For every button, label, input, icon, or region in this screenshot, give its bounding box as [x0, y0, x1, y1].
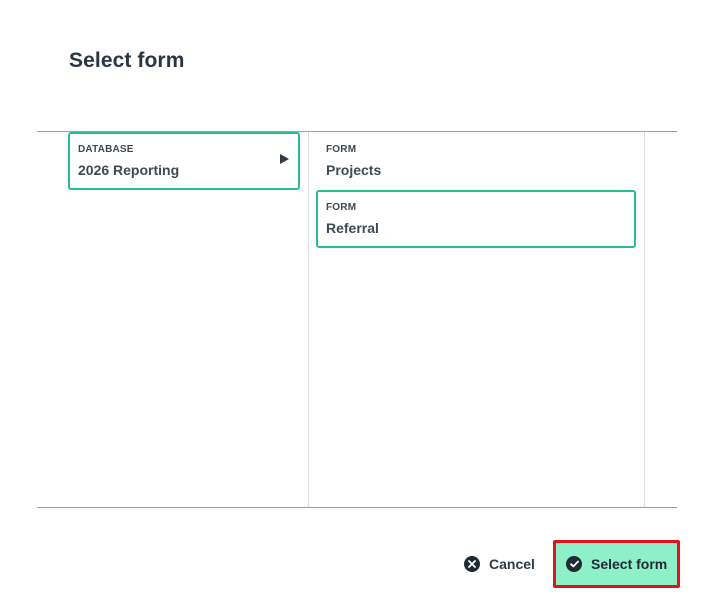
select-form-button-label: Select form: [591, 556, 668, 572]
column-divider: [644, 132, 645, 507]
check-circle-icon: [566, 556, 582, 572]
column-divider: [308, 132, 309, 507]
database-item-2026-reporting[interactable]: DATABASE 2026 Reporting: [68, 132, 300, 190]
item-type-label: DATABASE: [78, 144, 134, 155]
form-item-referral[interactable]: FORM Referral: [316, 190, 636, 248]
item-name: Projects: [326, 162, 382, 178]
item-type-label: FORM: [326, 144, 357, 155]
item-name: 2026 Reporting: [78, 162, 180, 178]
dialog-title: Select form: [69, 49, 185, 72]
item-name: Referral: [326, 220, 379, 236]
cancel-button[interactable]: Cancel: [456, 546, 543, 582]
cancel-button-label: Cancel: [489, 556, 535, 572]
close-circle-icon: [464, 556, 480, 572]
item-type-label: FORM: [326, 202, 357, 213]
select-form-button[interactable]: Select form: [553, 540, 680, 588]
chevron-right-icon: [280, 154, 289, 164]
form-item-projects[interactable]: FORM Projects: [316, 132, 636, 190]
form-picker-panel: DATABASE 2026 Reporting FORM Projects FO…: [37, 131, 677, 508]
